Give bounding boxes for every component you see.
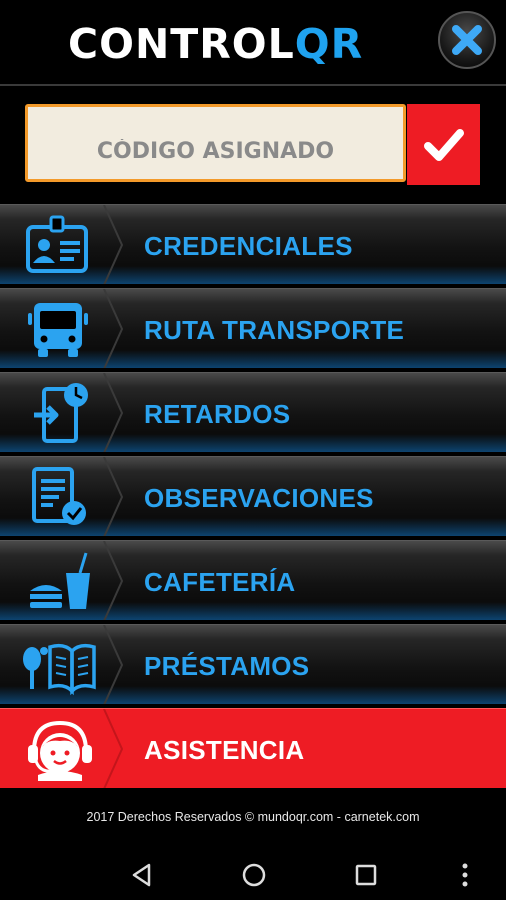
menu-item-observaciones[interactable]: OBSERVACIONES [0, 456, 506, 536]
food-drink-icon [30, 552, 90, 609]
menu-item-label: CREDENCIALES [144, 231, 353, 261]
home-circle-icon [242, 863, 266, 887]
main-menu: CREDENCIALES RUTA TRANSPORTE RETARDOS OB… [0, 204, 506, 792]
android-nav-bar [0, 848, 506, 900]
menu-item-cafeteria[interactable]: CAFETERÍA [0, 540, 506, 620]
nav-overflow-menu-button[interactable] [450, 860, 480, 890]
menu-item-credenciales[interactable]: CREDENCIALES [0, 204, 506, 284]
loans-icon [23, 643, 96, 696]
app-header: CONTROLQR [0, 0, 506, 86]
menu-item-retardos[interactable]: RETARDOS [0, 372, 506, 452]
menu-item-label: CAFETERÍA [144, 567, 296, 597]
bus-icon [28, 303, 88, 357]
app-logo: CONTROLQR [68, 20, 363, 68]
close-button[interactable] [438, 11, 496, 69]
nav-recents-button[interactable] [351, 860, 381, 890]
menu-item-label: RUTA TRANSPORTE [144, 315, 405, 345]
assigned-code-input[interactable] [25, 104, 406, 182]
support-agent-icon [28, 720, 92, 781]
logo-text-control: CONTROL [68, 20, 295, 68]
menu-item-label: RETARDOS [144, 399, 291, 429]
menu-item-ruta-transporte[interactable]: RUTA TRANSPORTE [0, 288, 506, 368]
more-vertical-icon [462, 863, 468, 887]
late-clock-icon [34, 383, 88, 443]
menu-item-prestamos[interactable]: PRÉSTAMOS [0, 624, 506, 704]
nav-home-button[interactable] [239, 860, 269, 890]
confirm-code-button[interactable] [407, 104, 480, 185]
close-icon [452, 25, 482, 55]
checkmark-icon [423, 128, 464, 161]
checklist-icon [32, 467, 86, 525]
menu-item-label: OBSERVACIONES [144, 483, 374, 513]
logo-text-qr: QR [294, 20, 364, 68]
back-triangle-icon [132, 863, 151, 887]
recents-square-icon [355, 864, 377, 886]
footer-copyright: 2017 Derechos Reservados © mundoqr.com -… [86, 810, 420, 824]
nav-back-button[interactable] [127, 860, 157, 890]
id-card-icon [26, 215, 88, 273]
menu-item-asistencia[interactable]: ASISTENCIA [0, 708, 506, 788]
menu-item-label: PRÉSTAMOS [144, 651, 310, 681]
menu-item-label: ASISTENCIA [144, 735, 305, 765]
